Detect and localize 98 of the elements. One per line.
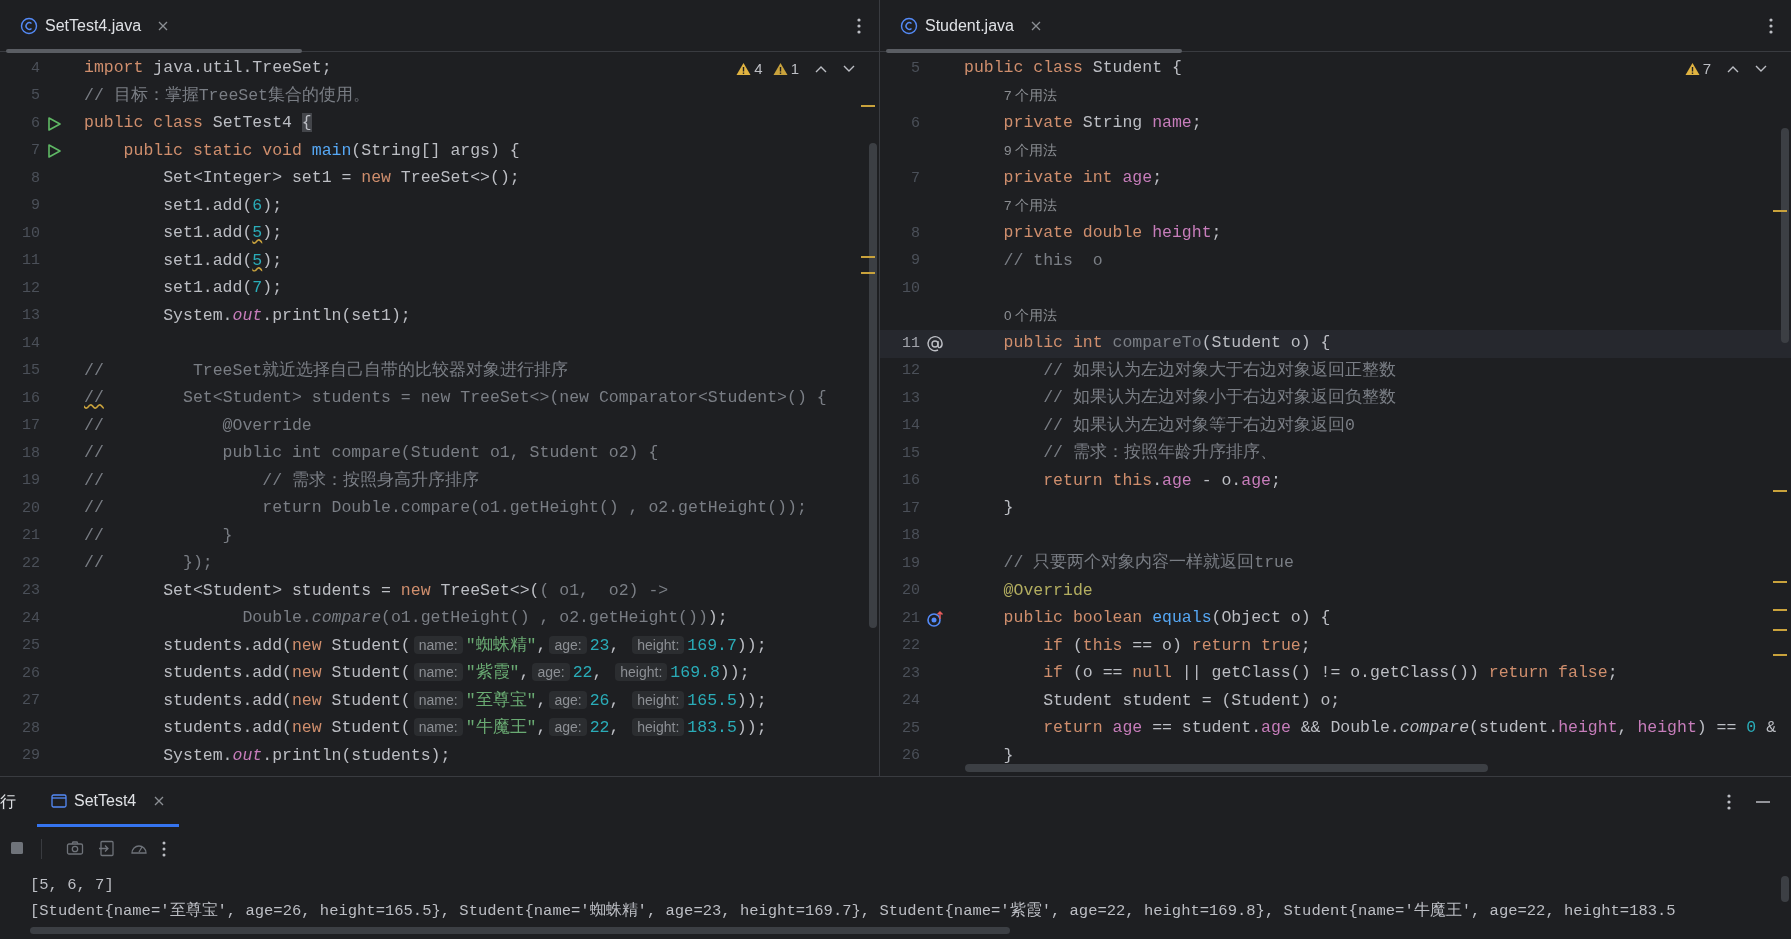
usages-hint[interactable]: 0 个用法: [964, 306, 1058, 327]
code-line: public static void main(String[] args) {: [122, 139, 520, 162]
code-line: public int compareTo(Student o) {: [1002, 332, 1331, 355]
horizontal-scrollbar-thumb[interactable]: [965, 764, 1488, 772]
line-number: 11: [901, 333, 920, 354]
code-line: set1.add(5);: [162, 249, 283, 272]
code-line: set1.add(6);: [162, 194, 283, 217]
code-line: // 只要两个对象内容一样就返回true: [1002, 551, 1294, 575]
warning-stripe: [861, 256, 875, 258]
more-button[interactable]: [857, 17, 861, 34]
code-line: // 如果认为左边对象等于右边对象返回0: [1042, 414, 1355, 437]
code-line: // 如果认为左边对象小于右边对象返回负整数: [1042, 387, 1396, 410]
code-line: }: [1002, 744, 1014, 767]
class-icon: [20, 16, 38, 35]
toolbar-button[interactable]: [162, 840, 166, 857]
more-options-icon: [1727, 794, 1731, 810]
previous-icon: [1727, 65, 1739, 74]
usages-hint[interactable]: 7 个用法: [964, 196, 1058, 217]
scrollbar-thumb[interactable]: [1781, 876, 1789, 902]
close-icon: [153, 794, 166, 807]
scrollbar-thumb[interactable]: [1781, 128, 1789, 343]
override-icon[interactable]: [926, 609, 944, 628]
code-line: // @Override: [84, 414, 312, 437]
more-options-icon: [857, 17, 861, 34]
code-line: }: [1002, 497, 1014, 520]
camera-icon: [66, 839, 84, 858]
code-line: // 如果认为左边对象大于右边对象返回正整数: [1042, 359, 1396, 382]
warning-stripe: [1773, 490, 1787, 492]
next-icon: [1755, 65, 1767, 74]
code-line: // }: [84, 524, 233, 547]
more-options-icon: [162, 840, 166, 857]
panel-title: 行: [0, 792, 17, 812]
warning-stripe: [1773, 629, 1787, 631]
warning-stripe: [1773, 210, 1787, 212]
code-line: Double.compare(o1.getHeight() , o2.getHeight()));: [241, 607, 728, 630]
import-icon: [98, 839, 116, 858]
at-sign-icon[interactable]: [926, 334, 944, 353]
usages-hint[interactable]: 7 个用法: [964, 86, 1058, 107]
code-line: Student student = (Student) o;: [1042, 689, 1341, 712]
class-icon: [900, 16, 918, 35]
console-icon: [51, 793, 67, 808]
previous-icon: [815, 65, 827, 74]
code-line: // // 需求：按照身高升序排序: [84, 469, 479, 492]
more-button[interactable]: [1727, 794, 1731, 810]
code-line: Set<Student> students = new TreeSet<>(( o1, o2) ->: [162, 579, 669, 602]
more-options-icon: [1769, 17, 1773, 34]
code-line: // public int compare(Student o1, Student o2) {: [84, 442, 659, 465]
code-line: // this o: [1002, 249, 1103, 272]
code-line: // 需求：按照年龄升序排序、: [1042, 441, 1277, 465]
horizontal-scrollbar-thumb[interactable]: [30, 927, 1010, 934]
code-line: import java.util.TreeSet;: [84, 57, 332, 80]
code-line: if (o == null || getClass() != o.getClass()) return false;: [1042, 662, 1618, 685]
code-line: private int age;: [1002, 167, 1163, 190]
run-icon[interactable]: [46, 143, 62, 160]
editor-tab[interactable]: Student.java: [880, 0, 1063, 51]
problem-count[interactable]: 1: [772, 58, 799, 81]
code-line: set1.add(7);: [162, 277, 283, 300]
code-line: public class Student {: [964, 57, 1182, 80]
run-tab[interactable]: SetTest4: [37, 777, 180, 827]
warning-stripe: [1773, 581, 1787, 583]
code-line: // 目标：掌握TreeSet集合的使用。: [84, 84, 371, 107]
scrollbar-thumb[interactable]: [869, 143, 877, 628]
code-line: return age == student.age && Double.compare(student.height, height) == 0 &: [1042, 717, 1777, 740]
problem-count[interactable]: 4: [736, 58, 763, 81]
run-icon[interactable]: [46, 115, 62, 132]
code-line: students.add(new Student( name: "牛魔王", age: 22, height: 183.5));: [162, 717, 767, 740]
code-line: System.out.println(students);: [162, 744, 451, 767]
editor-tab[interactable]: SetTest4.java: [0, 0, 191, 51]
code-line: // Set<Student> students = new TreeSet<>(new Comparator<Student>() {: [84, 387, 827, 410]
code-line: students.add(new Student( name: "蜘蛛精", age: 23, height: 169.7));: [162, 634, 767, 657]
code-line: if (this == o) return true;: [1042, 634, 1311, 657]
warning-stripe: [1773, 609, 1787, 611]
problem-count[interactable]: 7: [1684, 58, 1711, 81]
code-line: public boolean equals(Object o) {: [1002, 607, 1331, 630]
code-line: // return Double.compare(o1.getHeight() , o2.getHeight());: [84, 497, 807, 520]
code-line: return this.age - o.age;: [1042, 469, 1281, 492]
code-line: // });: [84, 552, 213, 575]
code-line: public class SetTest4 {: [84, 112, 312, 135]
usages-hint[interactable]: 9 个用法: [964, 141, 1058, 162]
code-line: // TreeSet就近选择自己自带的比较器对象进行排序: [84, 359, 569, 382]
warning-stripe: [861, 105, 875, 107]
warning-stripe: [861, 272, 875, 274]
code-line: @Override: [1002, 579, 1093, 602]
code-line: students.add(new Student( name: "至尊宝", age: 26, height: 165.5));: [162, 689, 767, 712]
code-line: students.add(new Student( name: "紫霞", age: 22, height: 169.8));: [162, 662, 750, 685]
code-line: Set<Integer> set1 = new TreeSet<>();: [162, 167, 520, 190]
code-line: set1.add(5);: [162, 222, 283, 245]
warning-icon: [772, 62, 788, 77]
console-line: [5, 6, 7]: [30, 875, 114, 896]
console-line: [Student{name='至尊宝', age=26, height=165.5}, Student{name='蜘蛛精', age=23, height=169.7}, Student{name='紫霞', age=22, height=169.8}, Student{name='牛魔王', age=22, height=183.5: [30, 900, 1676, 922]
code-line: private String name;: [1002, 112, 1202, 135]
more-button[interactable]: [1769, 17, 1773, 34]
warning-stripe: [1773, 654, 1787, 656]
code-line: private double height;: [1002, 222, 1222, 245]
next-icon: [843, 65, 855, 74]
minimize-icon: [1755, 800, 1771, 804]
code-line: System.out.println(set1);: [162, 304, 411, 327]
minimize-button[interactable]: [1755, 800, 1771, 804]
